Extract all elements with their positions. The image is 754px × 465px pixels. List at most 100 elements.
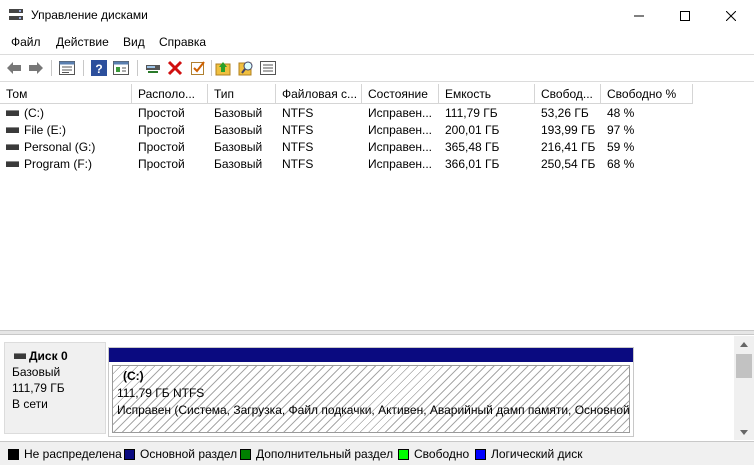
volume-name: (C:) xyxy=(24,106,44,120)
disk-type: Базовый xyxy=(12,365,61,379)
volume-layout: Простой xyxy=(138,106,185,120)
volume-percent-free: 97 % xyxy=(607,123,635,137)
menu-file[interactable]: Файл xyxy=(11,35,41,49)
minimize-button[interactable] xyxy=(616,0,662,31)
table-row[interactable]: Program (F:) Простой Базовый NTFS Исправ… xyxy=(0,156,754,173)
properties-button[interactable] xyxy=(58,59,76,77)
column-header-filesystem[interactable]: Файловая с... xyxy=(276,84,362,104)
disk-size: 111,79 ГБ xyxy=(12,381,65,395)
chevron-up-icon xyxy=(740,341,748,347)
connect-button[interactable] xyxy=(144,59,162,77)
legend-item-extended: Дополнительный раздел xyxy=(240,447,393,461)
list-button[interactable] xyxy=(259,59,277,77)
column-header-free-space[interactable]: Свобод... xyxy=(535,84,601,104)
volume-name: File (E:) xyxy=(24,123,66,137)
legend-label: Логический диск xyxy=(491,447,583,461)
help-icon: ? xyxy=(91,60,107,76)
drive-icon xyxy=(6,144,19,150)
volume-free-space: 250,54 ГБ xyxy=(541,157,596,171)
column-header-percent-free[interactable]: Свободно % xyxy=(601,84,693,104)
folder-up-button[interactable] xyxy=(214,59,232,77)
chevron-down-icon xyxy=(740,429,748,435)
toolbar-separator xyxy=(51,60,52,76)
table-row[interactable]: File (E:) Простой Базовый NTFS Исправен.… xyxy=(0,122,754,139)
legend-swatch xyxy=(124,448,135,460)
partition-status: Исправен (Система, Загрузка, Файл подкач… xyxy=(117,403,630,417)
volume-percent-free: 68 % xyxy=(607,157,635,171)
table-row[interactable]: Personal (G:) Простой Базовый NTFS Испра… xyxy=(0,139,754,156)
volume-capacity: 366,01 ГБ xyxy=(445,157,500,171)
legend-swatch xyxy=(8,448,19,460)
maximize-button[interactable] xyxy=(662,0,708,31)
close-icon xyxy=(726,10,736,21)
column-header-status[interactable]: Состояние xyxy=(362,84,439,104)
help-button[interactable]: ? xyxy=(90,59,108,77)
partition-size: 111,79 ГБ NTFS xyxy=(117,386,205,400)
column-header-type[interactable]: Тип xyxy=(208,84,276,104)
table-row[interactable]: (C:) Простой Базовый NTFS Исправен... 11… xyxy=(0,105,754,122)
minimize-icon xyxy=(634,15,644,16)
menu-view[interactable]: Вид xyxy=(123,35,145,49)
forward-icon xyxy=(29,62,43,74)
back-icon xyxy=(7,62,21,74)
volume-filesystem: NTFS xyxy=(282,140,314,154)
folder-up-icon xyxy=(215,62,231,76)
maximize-icon xyxy=(680,10,690,21)
volume-type: Базовый xyxy=(214,123,263,137)
close-button[interactable] xyxy=(708,0,754,31)
console-button[interactable] xyxy=(112,59,130,77)
menu-action[interactable]: Действие xyxy=(56,35,109,49)
partition-block[interactable]: (C:) 111,79 ГБ NTFS Исправен (Система, З… xyxy=(108,347,634,437)
volume-status: Исправен... xyxy=(368,106,433,120)
volume-name: Personal (G:) xyxy=(24,140,96,154)
volume-status: Исправен... xyxy=(368,157,433,171)
disk-status: В сети xyxy=(12,397,48,411)
delete-button[interactable] xyxy=(166,59,184,77)
scroll-up-button[interactable] xyxy=(734,336,754,352)
column-header-capacity[interactable]: Емкость xyxy=(439,84,535,104)
volume-percent-free: 59 % xyxy=(607,140,635,154)
back-button[interactable] xyxy=(5,59,23,77)
search-icon xyxy=(238,61,253,76)
legend-label: Основной раздел xyxy=(140,447,238,461)
menu-help[interactable]: Справка xyxy=(159,35,206,49)
properties-icon xyxy=(59,61,75,75)
scroll-down-button[interactable] xyxy=(734,424,754,440)
legend-item-unallocated: Не распределена xyxy=(8,447,122,461)
partition-name: (C:) xyxy=(123,369,144,383)
legend-item-free: Свободно xyxy=(398,447,469,461)
column-header-layout[interactable]: Располо... xyxy=(132,84,208,104)
drive-icon xyxy=(6,161,19,167)
partition-body: (C:) 111,79 ГБ NTFS Исправен (Система, З… xyxy=(112,365,630,433)
toolbar-separator xyxy=(211,60,212,76)
disk-map-pane: Диск 0 Базовый 111,79 ГБ В сети (C:) 111… xyxy=(0,336,734,440)
pane-splitter[interactable] xyxy=(0,330,754,335)
svg-text:?: ? xyxy=(95,62,102,76)
legend-item-primary: Основной раздел xyxy=(124,447,237,461)
volume-name: Program (F:) xyxy=(24,157,93,171)
primary-partition-bar xyxy=(109,348,633,362)
volume-type: Базовый xyxy=(214,106,263,120)
volume-filesystem: NTFS xyxy=(282,157,314,171)
drive-icon xyxy=(6,110,19,116)
vertical-scrollbar[interactable] xyxy=(734,336,754,440)
volume-free-space: 216,41 ГБ xyxy=(541,140,596,154)
disk-management-icon xyxy=(9,9,23,20)
volume-type: Базовый xyxy=(214,157,263,171)
disk-info-label[interactable]: Диск 0 Базовый 111,79 ГБ В сети xyxy=(4,342,106,434)
volume-free-space: 193,99 ГБ xyxy=(541,123,596,137)
scroll-thumb[interactable] xyxy=(736,354,752,378)
disk-name: Диск 0 xyxy=(29,349,68,363)
toolbar-separator xyxy=(137,60,138,76)
toolbar-separator xyxy=(83,60,84,76)
forward-button[interactable] xyxy=(27,59,45,77)
search-button[interactable] xyxy=(237,59,255,77)
column-header-volume[interactable]: Том xyxy=(0,84,132,104)
title-bar: Управление дисками xyxy=(0,0,754,31)
toolbar: ? xyxy=(0,54,754,82)
check-button[interactable] xyxy=(189,59,207,77)
volume-type: Базовый xyxy=(214,140,263,154)
volume-free-space: 53,26 ГБ xyxy=(541,106,589,120)
volume-percent-free: 48 % xyxy=(607,106,635,120)
delete-icon xyxy=(167,60,183,76)
